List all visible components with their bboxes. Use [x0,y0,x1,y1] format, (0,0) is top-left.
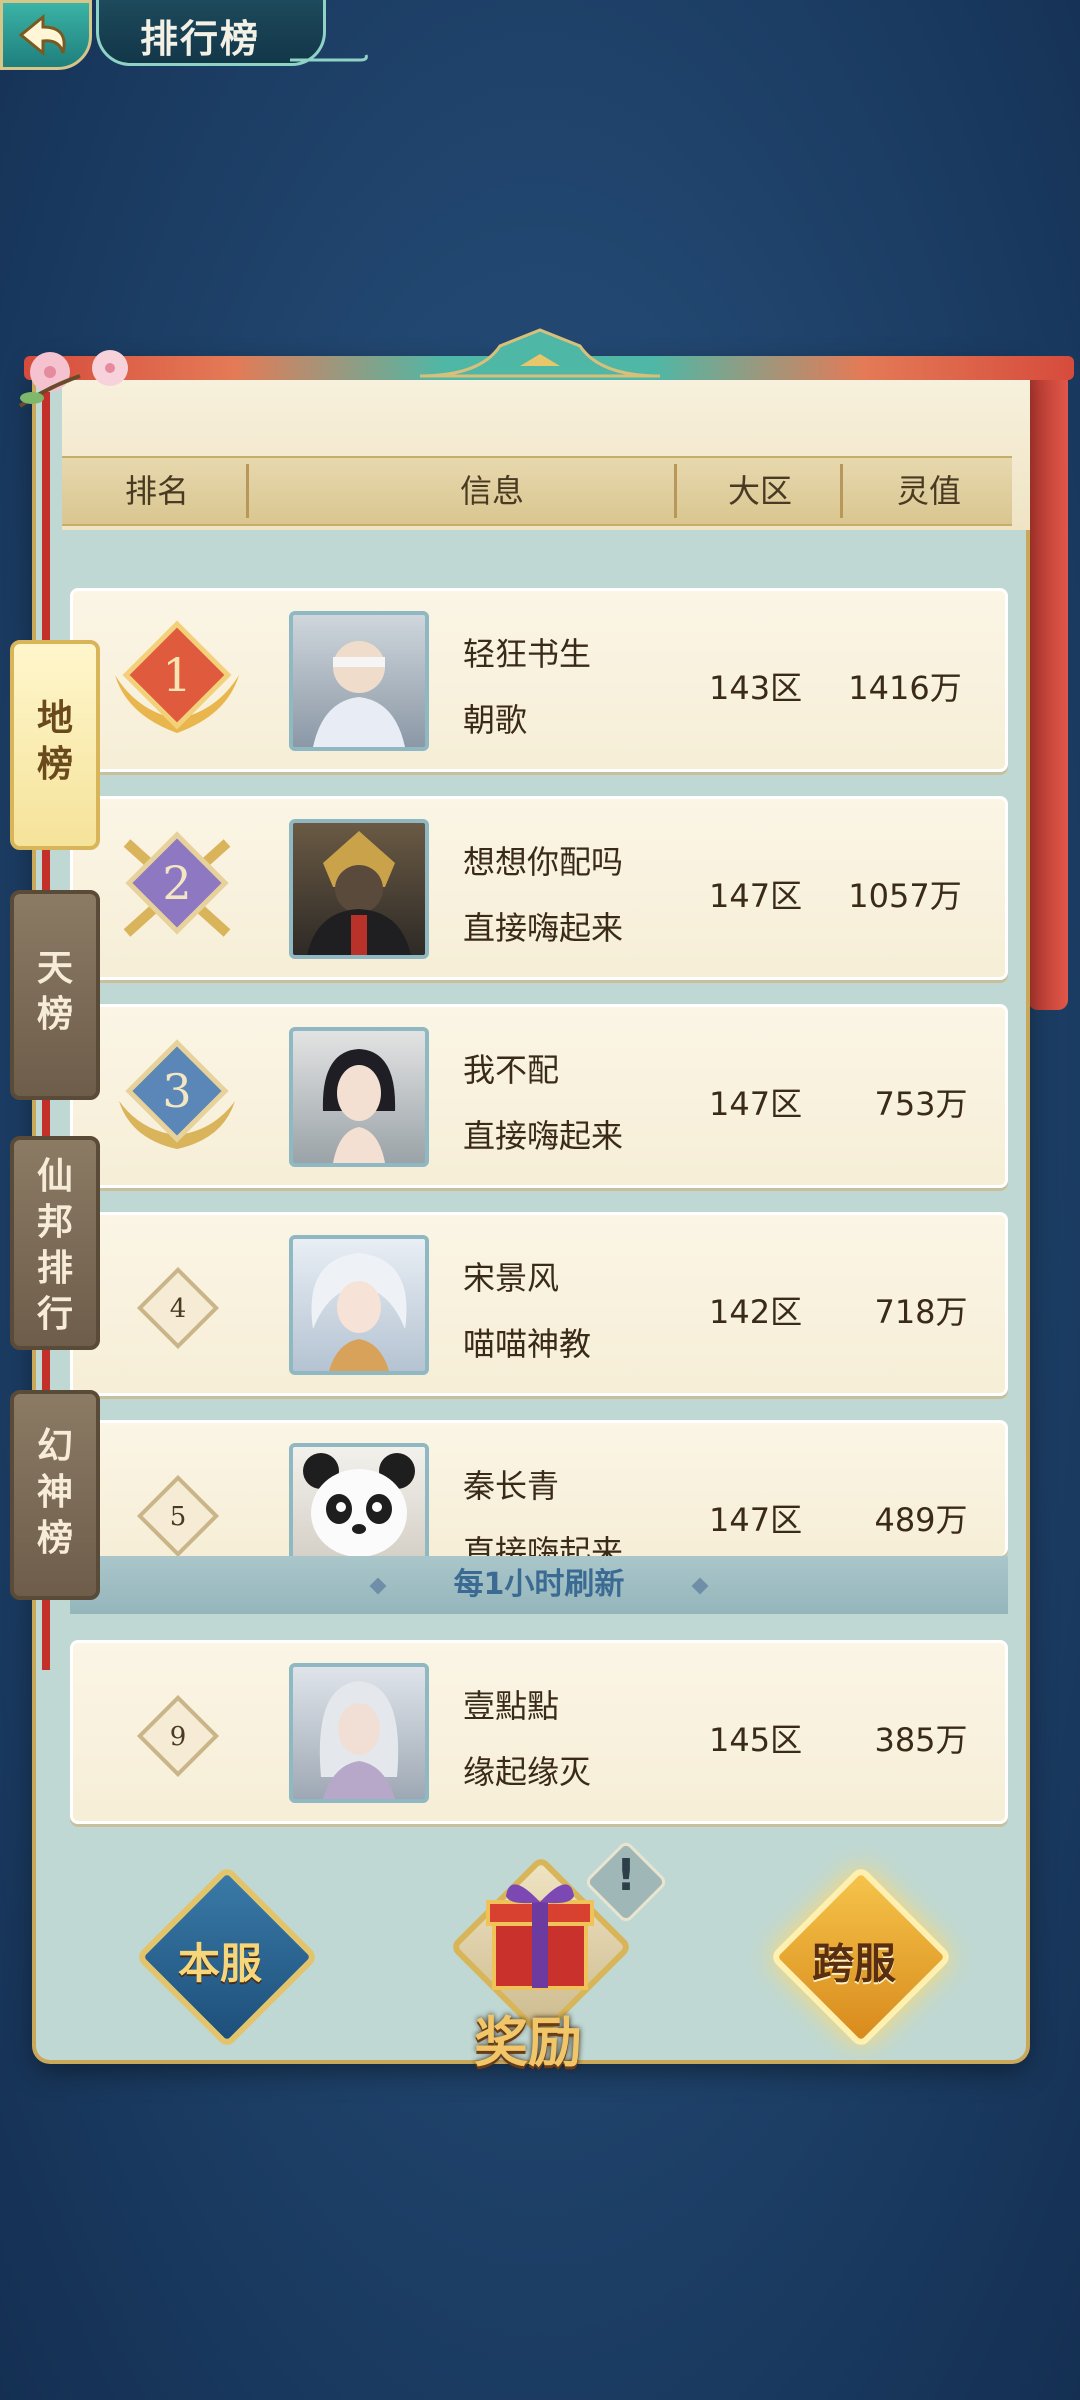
rank-diamond-icon: 9 [136,1694,220,1778]
tab-label: 仙 [36,1156,73,1197]
header-divider [674,464,677,518]
player-name: 秦长青 [463,1467,560,1505]
player-guild: 直接嗨起来 [463,909,624,947]
rank-diamond-icon: 5 [136,1474,220,1556]
tab-label: 地 [36,698,73,739]
player-guild: 直接嗨起来 [463,1533,624,1556]
ranking-row[interactable]: 5 秦长青 直接嗨起来 147区 489万 [70,1420,1008,1556]
player-power: 1416万 [848,669,962,707]
reward-label: 奖励 [474,2010,582,2074]
player-power: 718万 [874,1293,968,1331]
refresh-note-bar: 每1小时刷新 [70,1556,1008,1614]
ranking-row[interactable]: 4 宋景风 喵喵神教 142区 718万 [70,1212,1008,1396]
tab-label: 邦 [36,1202,73,1243]
player-region: 147区 [709,1501,803,1539]
page-title: 排行榜 [140,17,261,61]
refresh-note: 每1小时刷新 [453,1567,625,1602]
avatar[interactable] [289,611,429,751]
diamond-ornament [369,1577,387,1594]
player-power: 1057万 [848,877,962,915]
player-name: 壹點點 [463,1687,560,1725]
player-region: 143区 [709,669,803,707]
tab-heaven-ranking[interactable]: 天 榜 [10,890,100,1100]
plum-blossom-icon [18,350,128,408]
player-power: 753万 [874,1085,968,1123]
header-rank: 排名 [124,472,189,510]
table-header: 排名 信息 大区 灵值 [62,456,1012,526]
panel-crest-ornament [420,328,660,378]
rank-3-badge-icon: 3 [119,1039,235,1149]
tab-guild-ranking[interactable]: 仙 邦 排 行 [10,1136,100,1350]
avatar[interactable] [289,1663,429,1803]
avatar[interactable] [289,1027,429,1167]
tab-label: 行 [36,1294,73,1335]
player-guild: 朝歌 [463,701,528,739]
avatar[interactable] [289,1235,429,1375]
rank-2-badge-icon: 2 [123,831,231,937]
rank-number: 4 [170,1294,187,1324]
diamond-ornament [691,1577,709,1594]
header-info: 信息 [459,472,524,510]
player-power: 385万 [874,1721,968,1759]
player-power: 489万 [874,1501,968,1539]
player-guild: 缘起缘灭 [463,1753,592,1791]
avatar-portrait-icon [319,1681,399,1799]
ranking-row[interactable]: 3 我不配 直接嗨起来 147区 753万 [70,1004,1008,1188]
tab-phantom-ranking[interactable]: 幻 神 榜 [10,1390,100,1600]
avatar-portrait-icon [313,637,405,747]
player-region: 147区 [709,1085,803,1123]
panda-avatar-icon [303,1453,415,1556]
player-name: 我不配 [463,1051,560,1089]
header-divider [246,464,249,518]
player-region: 145区 [709,1721,803,1759]
rank-number: 2 [162,856,191,910]
red-curtain [1028,370,1068,1010]
player-region: 142区 [709,1293,803,1331]
player-name: 轻狂书生 [463,635,592,673]
avatar-portrait-icon [307,831,411,955]
local-server-label: 本服 [178,1939,263,1988]
title-swirl-ornament [290,54,368,62]
tab-label: 天 [36,948,73,989]
avatar[interactable] [289,1443,429,1556]
tab-label: 榜 [36,744,73,785]
alert-mark: ! [615,1850,637,1901]
my-ranking-row[interactable]: 9 壹點點 缘起缘灭 145区 385万 [70,1640,1008,1824]
header-power: 灵值 [896,472,961,510]
player-name: 宋景风 [463,1259,560,1297]
header-divider [840,464,843,518]
player-guild: 直接嗨起来 [463,1117,624,1155]
rank-number: 3 [162,1064,191,1118]
tab-label: 神 [36,1472,73,1513]
tab-label: 榜 [36,994,73,1035]
ranking-row[interactable]: 2 想想你配吗 直接嗨起来 147区 1057万 [70,796,1008,980]
player-name: 想想你配吗 [463,843,624,881]
player-guild: 喵喵神教 [463,1325,592,1363]
tab-label: 幻 [36,1426,73,1467]
tab-earth-ranking[interactable]: 地 榜 [10,640,100,850]
rank-1-badge-icon: 1 [115,620,239,733]
ranking-row[interactable]: 1 轻狂书生 朝歌 143区 1416万 [70,588,1008,772]
rank-number: 1 [162,648,191,702]
back-arrow-icon [18,13,66,57]
avatar-portrait-icon [311,1253,407,1371]
cross-server-label: 跨服 [812,1939,897,1988]
rank-number: 9 [170,1722,187,1752]
header-region: 大区 [727,472,792,510]
back-button[interactable] [0,0,92,70]
top-bar: 排行榜 [0,0,1080,80]
player-region: 147区 [709,877,803,915]
avatar-portrait-icon [322,1049,396,1163]
rank-number: 5 [170,1502,187,1532]
tab-label: 排 [36,1248,73,1289]
rank-diamond-icon: 4 [136,1266,220,1350]
tab-label: 榜 [36,1518,73,1559]
avatar[interactable] [289,819,429,959]
